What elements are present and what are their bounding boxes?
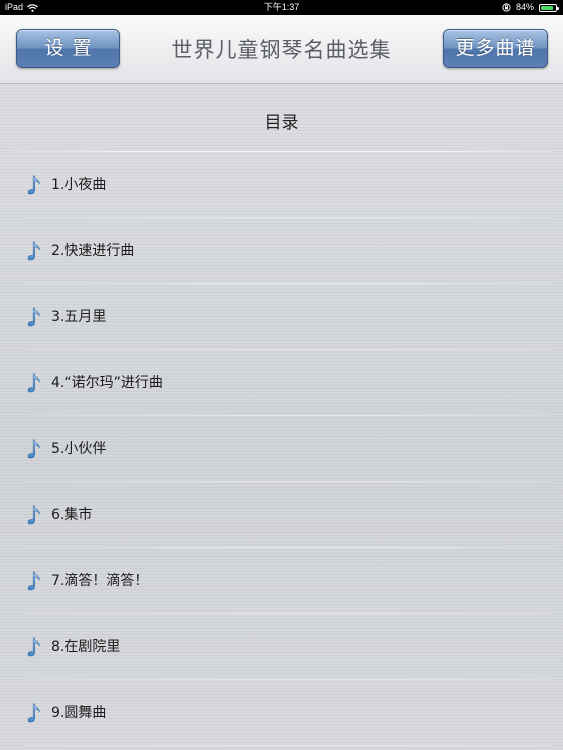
- page-title: 世界儿童钢琴名曲选集: [171, 38, 392, 62]
- song-list-item[interactable]: 4.“诺尔玛”进行曲: [0, 350, 563, 416]
- lock-rotation-icon: [502, 3, 511, 12]
- song-list-item[interactable]: 2.快速进行曲: [0, 218, 563, 284]
- music-note-icon: [26, 373, 42, 393]
- more-scores-button[interactable]: 更多曲谱: [443, 29, 548, 68]
- music-note-icon: [26, 439, 42, 459]
- music-note-icon: [26, 241, 42, 261]
- contents-panel: 目录 1.小夜曲 2.快速进行曲 3.五月里 4.“诺尔玛”进行曲 5.小伙伴 6.集市 7…: [0, 84, 563, 750]
- music-note-icon: [26, 637, 42, 657]
- song-list-item[interactable]: 8.在剧院里: [0, 614, 563, 680]
- song-list-item[interactable]: 6.集市: [0, 482, 563, 548]
- song-title: 8.在剧院里: [51, 639, 121, 655]
- song-list-item[interactable]: 5.小伙伴: [0, 416, 563, 482]
- music-note-icon: [26, 175, 42, 195]
- song-title: 4.“诺尔玛”进行曲: [51, 375, 163, 391]
- battery-icon: [539, 3, 559, 12]
- status-bar-right: 84%: [502, 0, 559, 15]
- song-title: 5.小伙伴: [51, 441, 107, 457]
- status-bar: iPad 下午1:37 84%: [0, 0, 563, 15]
- song-title: 1.小夜曲: [51, 177, 107, 193]
- music-note-icon: [26, 571, 42, 591]
- music-note-icon: [26, 505, 42, 525]
- song-list-item[interactable]: 7.滴答！滴答！: [0, 548, 563, 614]
- song-list-item[interactable]: 3.五月里: [0, 284, 563, 350]
- song-title: 6.集市: [51, 507, 93, 523]
- navigation-bar: 设置 世界儿童钢琴名曲选集 更多曲谱: [0, 15, 563, 84]
- song-title: 9.圆舞曲: [51, 705, 107, 721]
- song-title: 3.五月里: [51, 309, 107, 325]
- song-title: 2.快速进行曲: [51, 243, 135, 259]
- song-list: 1.小夜曲 2.快速进行曲 3.五月里 4.“诺尔玛”进行曲 5.小伙伴 6.集市 7.滴答…: [0, 152, 563, 746]
- settings-button[interactable]: 设置: [16, 29, 120, 68]
- song-list-item[interactable]: 1.小夜曲: [0, 152, 563, 218]
- song-title: 7.滴答！滴答！: [51, 573, 149, 589]
- music-note-icon: [26, 307, 42, 327]
- status-time: 下午1:37: [263, 2, 300, 12]
- section-title: 目录: [264, 113, 299, 133]
- battery-fill: [541, 5, 553, 10]
- battery-percent: 84%: [515, 2, 534, 12]
- song-list-item[interactable]: 9.圆舞曲: [0, 680, 563, 746]
- music-note-icon: [26, 703, 42, 723]
